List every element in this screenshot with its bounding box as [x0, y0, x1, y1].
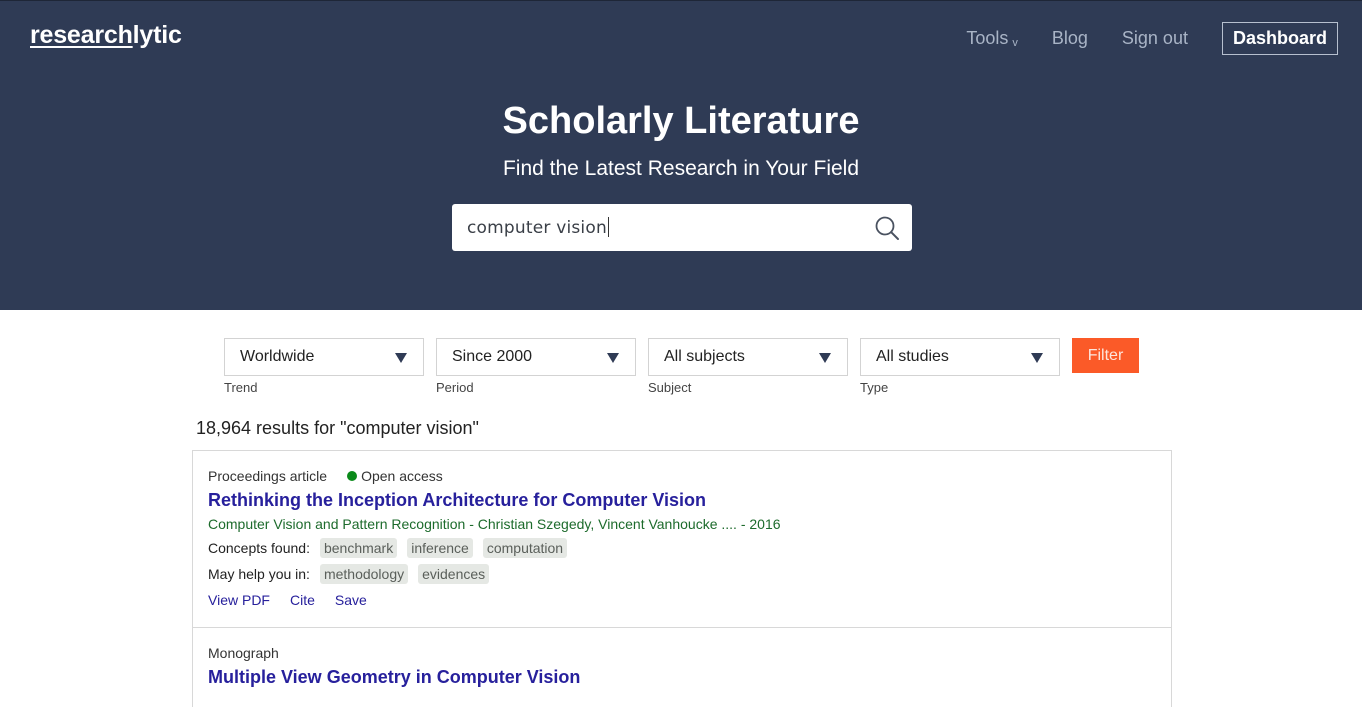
- open-access-badge: Open access: [347, 468, 443, 484]
- period-label: Period: [436, 380, 474, 395]
- help-row: May help you in: methodology evidences: [208, 564, 1156, 584]
- status-dot-icon: [347, 471, 358, 481]
- dropdown-arrow-icon: [607, 353, 619, 363]
- period-value: Since 2000: [452, 348, 533, 365]
- help-label: May help you in:: [208, 566, 310, 582]
- result-type: Proceedings article: [208, 468, 328, 484]
- subject-select[interactable]: All subjects: [648, 338, 848, 376]
- text-caret: [607, 217, 609, 237]
- period-select[interactable]: Since 2000: [436, 338, 636, 376]
- filter-trend: Worldwide Trend: [224, 338, 424, 395]
- filter-period: Since 2000 Period: [436, 338, 636, 395]
- filter-button[interactable]: Filter: [1072, 338, 1139, 373]
- trend-label: Trend: [224, 380, 258, 395]
- save-link[interactable]: Save: [335, 592, 367, 608]
- hero-header: researchlytic Tools v Blog Sign out Dashb…: [0, 0, 1362, 310]
- chevron-down-icon: v: [1012, 37, 1018, 49]
- search-value: computer vision: [467, 218, 607, 238]
- result-actions: View PDF Cite Save: [208, 592, 1156, 608]
- subject-value: All subjects: [664, 348, 745, 365]
- concept-tag[interactable]: inference: [407, 538, 473, 558]
- search-input[interactable]: computer vision: [467, 217, 609, 238]
- nav-tools-label: Tools: [966, 28, 1009, 48]
- result-meta: Proceedings article Open access: [208, 468, 1156, 484]
- result-source: Computer Vision and Pattern Recognition …: [208, 516, 781, 532]
- result-card: Proceedings article Open access Rethinki…: [192, 450, 1172, 628]
- help-tag[interactable]: evidences: [418, 564, 490, 584]
- concepts-label: Concepts found:: [208, 540, 310, 556]
- concept-tag[interactable]: benchmark: [319, 538, 398, 558]
- filter-type: All studies Type: [860, 338, 1060, 395]
- concepts-row: Concepts found: benchmark inference comp…: [208, 538, 1156, 558]
- nav-sign-out[interactable]: Sign out: [1122, 28, 1188, 49]
- search-box[interactable]: computer vision: [452, 204, 912, 251]
- result-meta: Monograph: [208, 645, 1156, 661]
- subject-label: Subject: [648, 380, 692, 395]
- type-select[interactable]: All studies: [860, 338, 1060, 376]
- top-nav: Tools v Blog Sign out Dashboard: [966, 22, 1338, 55]
- result-title[interactable]: Multiple View Geometry in Computer Visio…: [208, 667, 1156, 688]
- nav-blog[interactable]: Blog: [1052, 28, 1088, 49]
- trend-value: Worldwide: [240, 348, 315, 365]
- filter-bar: Worldwide Trend Since 2000 Period All su…: [224, 338, 1139, 395]
- result-type: Monograph: [208, 645, 279, 661]
- search-icon[interactable]: [874, 215, 900, 241]
- type-label: Type: [860, 380, 889, 395]
- nav-tools[interactable]: Tools v: [966, 28, 1018, 49]
- trend-select[interactable]: Worldwide: [224, 338, 424, 376]
- cite-link[interactable]: Cite: [290, 592, 315, 608]
- logo-underlined: research: [30, 21, 133, 49]
- dropdown-arrow-icon: [1031, 353, 1043, 363]
- dropdown-arrow-icon: [395, 353, 407, 363]
- dropdown-arrow-icon: [819, 353, 831, 363]
- result-title[interactable]: Rethinking the Inception Architecture fo…: [208, 490, 1156, 511]
- hero-subtitle: Find the Latest Research in Your Field: [502, 157, 860, 180]
- concept-tag[interactable]: computation: [482, 538, 568, 558]
- type-value: All studies: [876, 348, 949, 365]
- filter-subject: All subjects Subject: [648, 338, 848, 395]
- hero-title: Scholarly Literature: [502, 100, 860, 142]
- logo-rest: lytic: [132, 21, 182, 49]
- view-pdf-link[interactable]: View PDF: [208, 592, 270, 608]
- help-tag[interactable]: methodology: [319, 564, 409, 584]
- dashboard-button[interactable]: Dashboard: [1221, 22, 1338, 55]
- open-access-label: Open access: [361, 468, 443, 484]
- results-count: 18,964 results for "computer vision": [196, 418, 479, 438]
- result-card: Monograph Multiple View Geometry in Comp…: [192, 627, 1172, 707]
- logo[interactable]: researchlytic: [30, 21, 182, 50]
